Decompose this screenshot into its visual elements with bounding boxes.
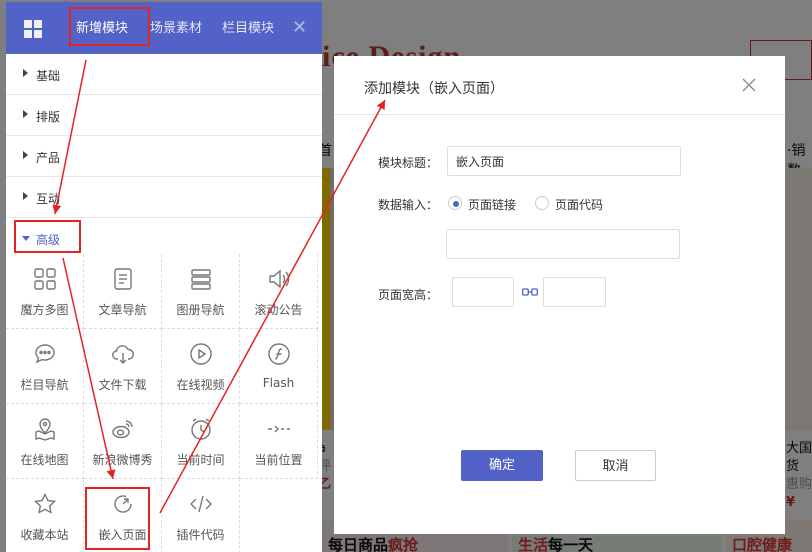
page-url-input[interactable] <box>446 229 680 259</box>
category-product[interactable]: 产品 <box>6 136 322 177</box>
module-plugin-code[interactable]: 插件代码 <box>162 479 240 552</box>
radio-selected-dot <box>453 201 459 207</box>
module-weibo-show[interactable]: 新浪微博秀 <box>84 404 162 479</box>
module-grid: 魔方多图 文章导航 图册导航 滚动公告 栏目导航 文件下载 在线视频 Flash… <box>6 254 322 552</box>
module-column-nav[interactable]: 栏目导航 <box>6 329 84 404</box>
speaker-icon <box>269 269 290 289</box>
caret-right-icon <box>23 69 28 77</box>
code-icon <box>190 495 212 513</box>
link-icon[interactable] <box>522 287 538 297</box>
cloud-download-icon <box>112 345 134 364</box>
module-online-video[interactable]: 在线视频 <box>162 329 240 404</box>
flash-icon <box>268 343 290 365</box>
caret-right-icon <box>23 151 28 159</box>
grid-icon[interactable] <box>24 20 42 38</box>
dialog-divider <box>334 114 785 115</box>
dialog-title: 添加模块（嵌入页面） <box>364 81 504 97</box>
annotation-box-new-module-tab <box>69 7 150 46</box>
module-album-nav[interactable]: 图册导航 <box>162 254 240 329</box>
category-basic[interactable]: 基础 <box>6 54 322 95</box>
caret-right-icon <box>23 192 28 200</box>
data-input-label: 数据输入： <box>378 198 439 212</box>
panel-header: 新增模块 场景素材 栏目模块 ✕ <box>6 2 322 54</box>
close-icon[interactable] <box>740 76 758 94</box>
play-circle-icon <box>190 343 212 365</box>
module-bookmark-site[interactable]: 收藏本站 <box>6 479 84 552</box>
module-current-location[interactable]: 当前位置 <box>240 404 318 479</box>
cube-grid-icon <box>34 268 56 290</box>
location-arrow-icon <box>268 425 290 433</box>
module-panel: 新增模块 场景素材 栏目模块 ✕ 基础 排版 产品 互动 高级 魔方多图 文章导… <box>6 2 322 552</box>
confirm-button[interactable]: 确定 <box>461 450 543 481</box>
page-width-input[interactable] <box>452 277 514 307</box>
tab-scene-material[interactable]: 场景素材 <box>150 19 202 39</box>
weibo-icon <box>112 420 133 439</box>
annotation-box-embed-page <box>85 487 150 550</box>
module-file-download[interactable]: 文件下载 <box>84 329 162 404</box>
caret-right-icon <box>23 110 28 118</box>
module-cube-images[interactable]: 魔方多图 <box>6 254 84 329</box>
tab-column-module[interactable]: 栏目模块 <box>222 19 274 39</box>
annotation-box-advanced <box>14 220 81 253</box>
category-interactive[interactable]: 互动 <box>6 177 322 218</box>
map-pin-icon <box>35 418 55 441</box>
album-icon <box>191 269 211 290</box>
module-online-map[interactable]: 在线地图 <box>6 404 84 479</box>
module-current-time[interactable]: 当前时间 <box>162 404 240 479</box>
chat-bubble-icon <box>35 344 55 364</box>
article-list-icon <box>114 268 132 290</box>
clock-icon <box>191 418 211 440</box>
star-icon <box>33 492 57 514</box>
module-title-input[interactable] <box>447 146 681 176</box>
module-title-label: 模块标题： <box>378 156 439 170</box>
cancel-button[interactable]: 取消 <box>575 450 656 481</box>
module-scroll-notice[interactable]: 滚动公告 <box>240 254 318 329</box>
page-height-input[interactable] <box>543 277 606 307</box>
page-size-label: 页面宽高： <box>378 288 439 302</box>
category-layout[interactable]: 排版 <box>6 95 322 136</box>
add-module-dialog: 添加模块（嵌入页面） 模块标题： 数据输入： 页面链接 页面代码 页面宽高： 确… <box>334 56 785 534</box>
module-flash[interactable]: Flash <box>240 329 318 404</box>
module-article-nav[interactable]: 文章导航 <box>84 254 162 329</box>
close-icon[interactable]: ✕ <box>292 18 307 38</box>
